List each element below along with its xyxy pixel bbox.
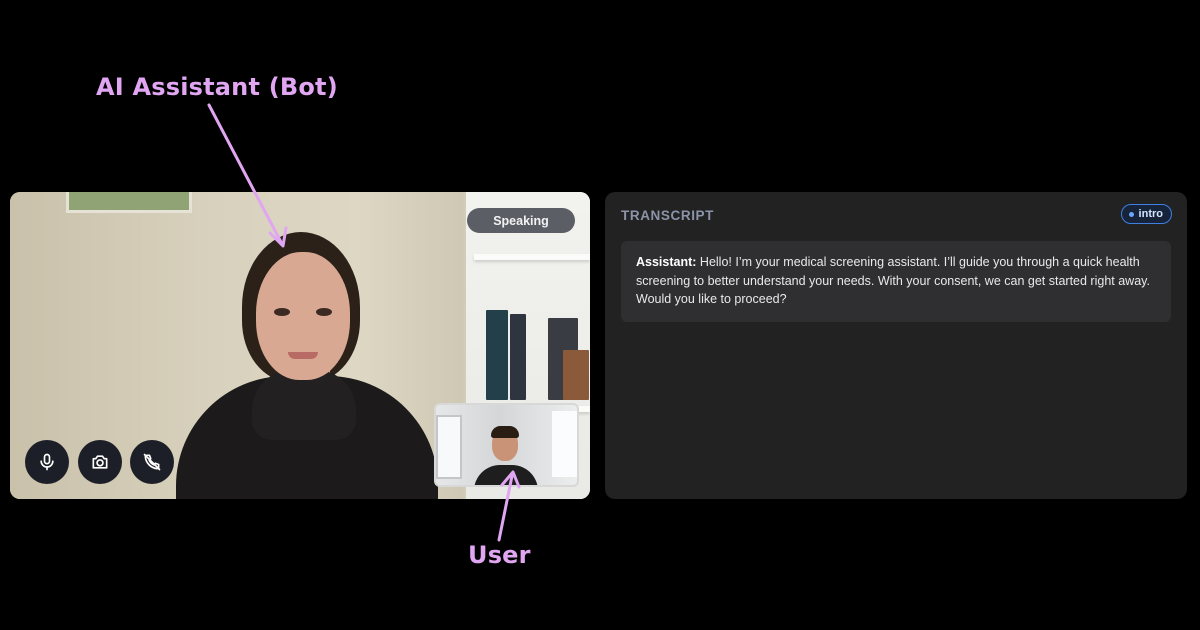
- bot-video-feed: Speaking: [10, 192, 590, 499]
- pip-window: [552, 411, 577, 477]
- speaking-badge: Speaking: [467, 208, 575, 233]
- message-speaker: Assistant:: [636, 255, 697, 269]
- user-avatar-hair: [491, 426, 519, 438]
- shelf-board: [474, 254, 590, 260]
- microphone-button[interactable]: [25, 440, 69, 484]
- transcript-message: Assistant: Hello! I’m your medical scree…: [621, 241, 1171, 322]
- annotation-label-bot: AI Assistant (Bot): [96, 73, 338, 101]
- user-video-thumbnail[interactable]: [434, 403, 579, 487]
- bot-avatar-face: [256, 252, 350, 380]
- microphone-icon: [40, 453, 54, 471]
- bot-avatar-collar: [252, 370, 356, 440]
- book: [486, 310, 508, 400]
- wall-picture: [66, 192, 192, 213]
- phase-label: intro: [1138, 208, 1163, 220]
- transcript-panel: TRANSCRIPT intro Assistant: Hello! I’m y…: [605, 192, 1187, 499]
- phone-off-icon: [143, 453, 161, 471]
- annotation-label-user: User: [468, 541, 531, 569]
- transcript-title: TRANSCRIPT: [621, 208, 714, 223]
- message-text: Hello! I’m your medical screening assist…: [636, 255, 1150, 306]
- bot-avatar-mouth: [288, 352, 318, 359]
- book: [563, 350, 589, 400]
- phase-badge: intro: [1120, 204, 1172, 224]
- pip-window: [436, 415, 462, 479]
- status-dot-icon: [1128, 211, 1134, 217]
- bot-avatar-eye: [274, 308, 290, 316]
- book: [510, 314, 526, 400]
- camera-button[interactable]: [78, 440, 122, 484]
- hang-up-button[interactable]: [130, 440, 174, 484]
- camera-icon: [92, 455, 108, 469]
- bot-avatar-eye: [316, 308, 332, 316]
